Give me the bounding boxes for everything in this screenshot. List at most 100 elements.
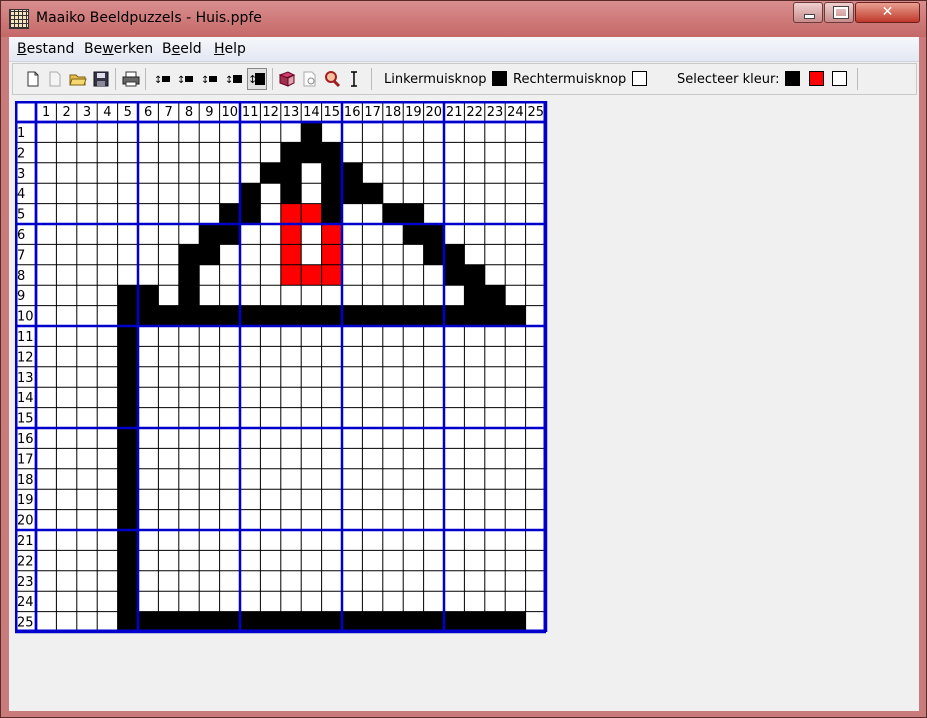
- grid-cell[interactable]: [97, 162, 118, 184]
- grid-cell[interactable]: [342, 142, 363, 163]
- grid-cell[interactable]: [138, 550, 159, 571]
- grid-cell[interactable]: [260, 346, 281, 367]
- grid-cell[interactable]: [301, 305, 322, 326]
- grid-cell[interactable]: [423, 326, 444, 347]
- grid-cell[interactable]: [138, 509, 159, 530]
- grid-cell[interactable]: [158, 142, 179, 163]
- grid-cell[interactable]: [403, 448, 424, 469]
- grid-cell[interactable]: [36, 468, 57, 490]
- grid-cell[interactable]: [484, 509, 506, 530]
- grid-cell[interactable]: [301, 591, 322, 612]
- grid-cell[interactable]: [301, 509, 322, 530]
- grid-cell[interactable]: [382, 326, 404, 347]
- grid-cell[interactable]: [342, 387, 363, 408]
- grid-cell[interactable]: [76, 326, 98, 347]
- grid-cell[interactable]: [525, 346, 546, 367]
- left-mouse-swatch[interactable]: [492, 71, 507, 86]
- new-disabled-icon[interactable]: [45, 68, 65, 90]
- grid-cell[interactable]: [362, 264, 383, 286]
- right-mouse-swatch[interactable]: [632, 71, 647, 86]
- grid-cell[interactable]: [301, 428, 322, 449]
- grid-cell[interactable]: [158, 448, 179, 469]
- grid-cell[interactable]: [199, 366, 220, 388]
- grid-cell[interactable]: [444, 407, 465, 428]
- grid-cell[interactable]: [525, 509, 546, 530]
- grid-cell[interactable]: [56, 570, 77, 592]
- grid-cell[interactable]: [158, 530, 179, 551]
- grid-cell[interactable]: [138, 611, 159, 632]
- grid-cell[interactable]: [117, 203, 138, 224]
- grid-cell[interactable]: [76, 570, 98, 592]
- grid-cell[interactable]: [505, 264, 526, 286]
- grid-cell[interactable]: [36, 387, 57, 408]
- grid-cell[interactable]: [76, 142, 98, 163]
- grid-cell[interactable]: [76, 122, 98, 143]
- grid-cell[interactable]: [97, 244, 118, 265]
- grid-cell[interactable]: [525, 224, 546, 245]
- grid-cell[interactable]: [525, 366, 546, 388]
- grid-cell[interactable]: [362, 142, 383, 163]
- grid-cell[interactable]: [97, 407, 118, 428]
- grid-cell[interactable]: [138, 346, 159, 367]
- grid-cell[interactable]: [301, 570, 322, 592]
- grid-cell[interactable]: [117, 305, 138, 326]
- grid-cell[interactable]: [321, 407, 342, 428]
- grid-cell[interactable]: [464, 611, 485, 632]
- grid-cell[interactable]: [36, 428, 57, 449]
- grid-cell[interactable]: [178, 326, 200, 347]
- grid-cell[interactable]: [464, 550, 485, 571]
- grid-cell[interactable]: [444, 570, 465, 592]
- grid-cell[interactable]: [444, 224, 465, 245]
- grid-cell[interactable]: [56, 530, 77, 551]
- grid-cell[interactable]: [301, 326, 322, 347]
- grid-cell[interactable]: [362, 509, 383, 530]
- grid-cell[interactable]: [240, 448, 261, 469]
- grid-cell[interactable]: [219, 366, 240, 388]
- grid-cell[interactable]: [260, 570, 281, 592]
- grid-cell[interactable]: [240, 183, 261, 204]
- grid-cell[interactable]: [525, 203, 546, 224]
- grid-cell[interactable]: [117, 285, 138, 306]
- grid-cell[interactable]: [423, 428, 444, 449]
- grid-cell[interactable]: [382, 162, 404, 184]
- grid-cell[interactable]: [484, 489, 506, 510]
- grid-cell[interactable]: [219, 611, 240, 632]
- grid-cell[interactable]: [301, 203, 322, 224]
- grid-cell[interactable]: [178, 509, 200, 530]
- grid-cell[interactable]: [138, 591, 159, 612]
- grid-cell[interactable]: [464, 530, 485, 551]
- grid-cell[interactable]: [484, 122, 506, 143]
- grid-cell[interactable]: [240, 530, 261, 551]
- grid-cell[interactable]: [178, 550, 200, 571]
- grid-cell[interactable]: [76, 264, 98, 286]
- grid-cell[interactable]: [342, 530, 363, 551]
- grid-cell[interactable]: [484, 530, 506, 551]
- grid-cell[interactable]: [464, 244, 485, 265]
- grid-cell[interactable]: [280, 183, 302, 204]
- grid-cell[interactable]: [138, 366, 159, 388]
- grid-cell[interactable]: [484, 224, 506, 245]
- grid-cell[interactable]: [280, 448, 302, 469]
- grid-cell[interactable]: [219, 264, 240, 286]
- grid-cell[interactable]: [464, 468, 485, 490]
- grid-cell[interactable]: [444, 611, 465, 632]
- menu-beeld[interactable]: Beeld: [162, 41, 202, 57]
- grid-cell[interactable]: [525, 591, 546, 612]
- text-cursor-icon[interactable]: [344, 68, 364, 90]
- grid-cell[interactable]: [56, 162, 77, 184]
- grid-cell[interactable]: [505, 142, 526, 163]
- grid-cell[interactable]: [525, 142, 546, 163]
- grid-cell[interactable]: [97, 468, 118, 490]
- grid-cell[interactable]: [464, 591, 485, 612]
- grid-cell[interactable]: [178, 428, 200, 449]
- grid-cell[interactable]: [117, 122, 138, 143]
- grid-cell[interactable]: [138, 203, 159, 224]
- grid-cell[interactable]: [240, 509, 261, 530]
- grid-cell[interactable]: [505, 407, 526, 428]
- grid-cell[interactable]: [444, 346, 465, 367]
- grid-cell[interactable]: [423, 183, 444, 204]
- grid-cell[interactable]: [505, 305, 526, 326]
- grid-cell[interactable]: [505, 448, 526, 469]
- grid-cell[interactable]: [36, 162, 57, 184]
- grid-cell[interactable]: [321, 591, 342, 612]
